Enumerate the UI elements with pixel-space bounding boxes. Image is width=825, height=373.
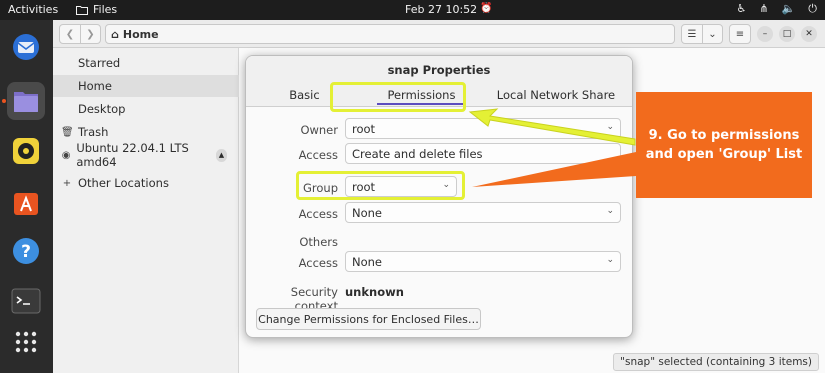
activities-button[interactable]: Activities	[8, 3, 58, 16]
status-bar: "snap" selected (containing 3 items)	[613, 353, 819, 371]
chevron-down-icon: ⌄	[606, 206, 614, 216]
dock-thunderbird[interactable]	[7, 28, 45, 66]
clock[interactable]: Feb 27 10:52	[405, 3, 477, 16]
owner-label: Owner	[300, 123, 338, 137]
dock-terminal[interactable]	[7, 282, 45, 320]
dock-files[interactable]	[7, 82, 45, 120]
others-access-value: None	[352, 254, 383, 269]
rhythmbox-icon	[13, 138, 39, 164]
sidebar-item-trash[interactable]: 🗑 Trash	[53, 121, 239, 143]
chevron-down-icon: ⌄	[606, 255, 614, 265]
group-access-label: Access	[298, 207, 338, 221]
minimize-button[interactable]: –	[757, 26, 773, 42]
eject-icon[interactable]: ▲	[215, 148, 227, 162]
dock-help[interactable]: ?	[7, 232, 45, 270]
owner-access-value: Create and delete files	[352, 146, 483, 161]
chevron-down-icon: ⌄	[606, 122, 614, 132]
files-icon	[14, 92, 38, 112]
owner-value: root	[352, 121, 376, 136]
sidebar-item-home[interactable]: Home	[53, 75, 239, 97]
others-label: Others	[299, 235, 338, 249]
terminal-icon	[11, 288, 41, 314]
sidebar-item-label: Home	[78, 79, 112, 93]
alarm-icon: ⏰	[480, 3, 493, 14]
owner-select[interactable]: root ⌄	[345, 118, 621, 139]
plus-icon: +	[62, 177, 72, 189]
system-tray[interactable]: ♿ ⋔ 🔈 ⏻	[737, 2, 818, 16]
sidebar-item-desktop[interactable]: Desktop	[53, 98, 239, 120]
software-icon	[14, 193, 38, 215]
owner-access-select[interactable]: Create and delete files	[345, 143, 621, 164]
menu-button[interactable]: ≡	[729, 24, 751, 44]
close-button[interactable]: ✕	[801, 26, 817, 42]
sidebar-item-label: Other Locations	[78, 176, 169, 190]
sidebar-item-ubuntu-disc[interactable]: ◉ Ubuntu 22.04.1 LTS amd64 ▲	[53, 141, 239, 169]
files-headerbar: ❮ ❯ ⌂ Home ☰ ⌄ ≡ – □ ✕	[53, 20, 825, 48]
thunderbird-icon	[13, 34, 39, 60]
dock: ?	[0, 20, 53, 373]
path-bar[interactable]: ⌂ Home	[105, 24, 675, 44]
dock-app-grid[interactable]	[7, 323, 45, 361]
highlight-permissions-tab	[330, 82, 466, 112]
group-access-value: None	[352, 205, 383, 220]
help-icon: ?	[13, 238, 39, 264]
network-icon[interactable]: ⋔	[759, 2, 768, 16]
sidebar: Starred Home Desktop 🗑 Trash ◉ Ubuntu 22…	[53, 48, 239, 373]
sidebar-item-label: Starred	[78, 56, 121, 70]
home-icon: ⌂	[111, 27, 119, 41]
path-label: Home	[122, 27, 159, 41]
owner-access-label: Access	[298, 148, 338, 162]
app-grid-icon	[15, 331, 37, 353]
dialog-title: snap Properties	[246, 56, 632, 84]
maximize-button[interactable]: □	[779, 26, 795, 42]
highlight-group-select	[296, 171, 465, 200]
dock-rhythmbox[interactable]	[7, 132, 45, 170]
list-view-icon[interactable]: ☰	[682, 25, 702, 43]
dock-software[interactable]	[7, 183, 45, 221]
sidebar-item-other-locations[interactable]: + Other Locations	[53, 172, 239, 194]
hamburger-icon[interactable]: ≡	[730, 25, 750, 43]
forward-button[interactable]: ❯	[80, 25, 100, 43]
annotation-callout: 9. Go to permissions and open 'Group' Li…	[636, 92, 812, 198]
chevron-down-icon[interactable]: ⌄	[702, 25, 722, 43]
svg-text:?: ?	[21, 242, 31, 262]
nav-buttons: ❮ ❯	[59, 24, 101, 44]
view-options[interactable]: ☰ ⌄	[681, 24, 723, 44]
sidebar-item-starred[interactable]: Starred	[53, 52, 239, 74]
header-buttons: ☰ ⌄ ≡ – □ ✕	[681, 24, 817, 44]
sidebar-item-label: Trash	[78, 125, 109, 139]
sidebar-item-label: Ubuntu 22.04.1 LTS amd64	[76, 141, 189, 169]
disc-icon: ◉	[61, 149, 71, 161]
folder-icon	[76, 5, 88, 15]
top-bar: Activities Files Feb 27 10:52 ⏰ ♿ ⋔ 🔈 ⏻	[0, 0, 825, 20]
security-context-value: unknown	[345, 285, 404, 299]
app-name: Files	[93, 3, 118, 16]
back-button[interactable]: ❮	[60, 25, 80, 43]
others-access-select[interactable]: None ⌄	[345, 251, 621, 272]
others-access-label: Access	[298, 256, 338, 270]
volume-icon[interactable]: 🔈	[782, 2, 796, 16]
accessibility-icon[interactable]: ♿	[737, 2, 747, 16]
change-permissions-enclosed-button[interactable]: Change Permissions for Enclosed Files…	[256, 308, 481, 330]
trash-icon: 🗑	[61, 126, 74, 138]
tab-local-network-share[interactable]: Local Network Share	[480, 84, 632, 106]
power-icon[interactable]: ⏻	[808, 2, 817, 16]
group-access-select[interactable]: None ⌄	[345, 202, 621, 223]
app-menu[interactable]: Files	[76, 3, 117, 16]
sidebar-item-label: Desktop	[78, 102, 126, 116]
